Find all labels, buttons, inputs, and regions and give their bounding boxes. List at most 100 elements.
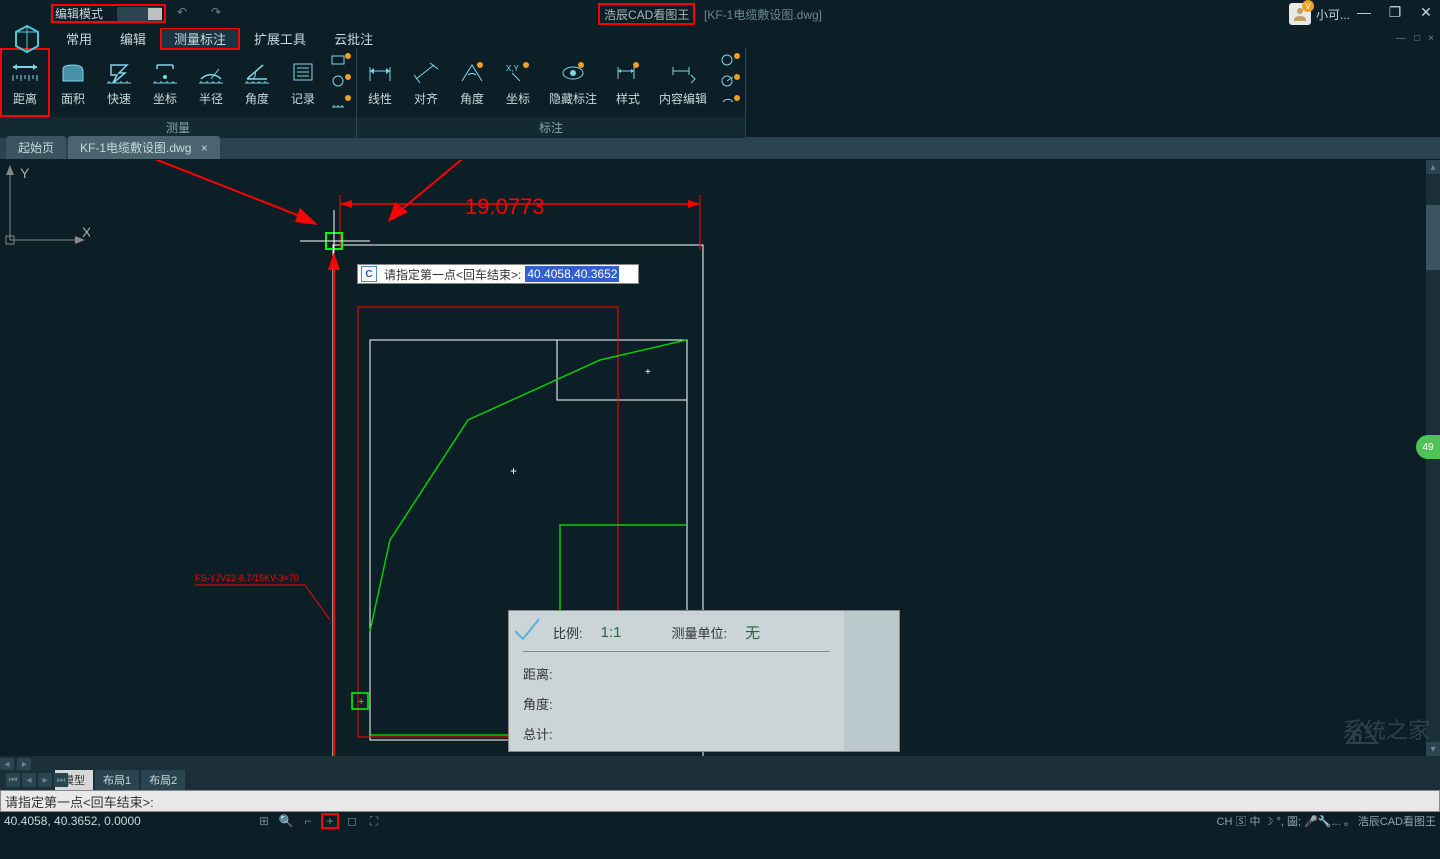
menu-cloud[interactable]: 云批注 [320, 27, 387, 50]
layout-first-icon[interactable]: ⏮ [6, 773, 20, 787]
layout-next-icon[interactable]: ▸ [38, 773, 52, 787]
svg-text:X: X [82, 224, 90, 240]
atool1-icon[interactable] [719, 52, 741, 71]
linear-button[interactable]: 线性 [357, 48, 403, 117]
document-title: [KF-1电缆敷设图.dwg] [704, 6, 822, 23]
record-label: 记录 [291, 90, 315, 107]
app-logo-icon[interactable] [12, 24, 42, 54]
menu-edit[interactable]: 编辑 [106, 27, 160, 50]
layout-prev-icon[interactable]: ◂ [22, 773, 36, 787]
angle-result-label: 角度: [523, 694, 553, 713]
minimize-icon[interactable]: — [1356, 5, 1372, 19]
area-icon [58, 59, 88, 87]
layout-last-icon[interactable]: ⏭ [54, 773, 68, 787]
doc-close-icon[interactable]: × [1428, 33, 1434, 44]
tool3-icon[interactable] [330, 94, 352, 113]
distance-icon [10, 59, 40, 87]
tab-close-icon[interactable]: × [201, 141, 208, 155]
coord2-icon: X,Y [503, 59, 533, 87]
ratio-label: 比例: [553, 623, 583, 642]
scroll-thumb-v[interactable] [1426, 205, 1440, 270]
layout-tab-2[interactable]: 布局2 [141, 770, 185, 790]
area-button[interactable]: 面积 [50, 48, 96, 117]
svg-text:+: + [358, 696, 364, 708]
menu-tools[interactable]: 扩展工具 [240, 27, 320, 50]
user-area[interactable]: V 小可... [1289, 3, 1350, 25]
tab-next-icon[interactable]: ▸ [17, 758, 31, 771]
mode-label: 编辑模式 [53, 5, 103, 22]
atool2-icon[interactable] [719, 73, 741, 92]
ortho-icon[interactable]: ⌐ [299, 813, 317, 829]
doc-minimize-icon[interactable]: — [1396, 33, 1406, 44]
notification-badge[interactable]: 49 [1416, 435, 1440, 459]
coord2-button[interactable]: X,Y 坐标 [495, 48, 541, 117]
tab-prev-icon[interactable]: ◂ [0, 758, 14, 771]
drawing-canvas[interactable]: 19.0773 + + + FS-YJV22-8.7/15KV-3×70 C 请… [0, 160, 1440, 770]
atool3-icon[interactable] [719, 94, 741, 113]
angle-button[interactable]: 角度 [234, 48, 280, 117]
radius-button[interactable]: 半径 [188, 48, 234, 117]
tab-document[interactable]: KF-1电缆敷设图.dwg × [68, 136, 220, 159]
watermark: 系统之家 [1342, 713, 1430, 745]
quick-button[interactable]: 快速 [96, 48, 142, 117]
distance-label: 距离: [523, 664, 553, 683]
undo-icon[interactable]: ↶ [175, 5, 189, 19]
edit-button[interactable]: 内容编辑 [651, 48, 715, 117]
ime-status[interactable]: CH 🅂 中 ☽ °, 圖; 🎤🔧... 。 浩辰CAD看图王 [1217, 813, 1437, 829]
linear-icon [365, 59, 395, 87]
align-icon [411, 59, 441, 87]
distance-label: 距离 [13, 90, 37, 107]
input-prompt: 请指定第一点<回车结束>: [380, 266, 525, 283]
zoom-icon[interactable]: 🔍 [277, 813, 295, 829]
quick-label: 快速 [107, 90, 131, 107]
command-text: 请指定第一点<回车结束>: [5, 792, 154, 811]
angle2-button[interactable]: 角度 [449, 48, 495, 117]
statusbar: 40.4058, 40.3652, 0.0000 ⊞ 🔍 ⌐ + ◻ ⛶ CH … [0, 812, 1440, 830]
snap-icon[interactable]: + [321, 813, 339, 829]
style-button[interactable]: 样式 [605, 48, 651, 117]
app-title: 浩辰CAD看图王 [598, 3, 695, 25]
distance-button[interactable]: 距离 [0, 48, 50, 117]
mode-switch[interactable]: 编辑模式 [51, 4, 166, 23]
measure-panel: 比例: 1:1 测量单位: 无 距离: 角度: 总计: [508, 610, 900, 752]
align-button[interactable]: 对齐 [403, 48, 449, 117]
doc-maximize-icon[interactable]: □ [1414, 33, 1420, 44]
tool1-icon[interactable] [330, 52, 352, 71]
align-label: 对齐 [414, 90, 438, 107]
mode-toggle[interactable] [117, 7, 162, 21]
close-icon[interactable]: ✕ [1418, 5, 1434, 19]
titlebar: 编辑模式 ↶ ↷ 浩辰CAD看图王 [KF-1电缆敷设图.dwg] V 小可..… [0, 0, 1440, 28]
coord-label: 坐标 [153, 90, 177, 107]
check-icon [509, 611, 545, 647]
svg-text:+: + [645, 367, 651, 378]
layout-tab-1[interactable]: 布局1 [95, 770, 139, 790]
tool2-icon[interactable] [330, 73, 352, 92]
tab-start[interactable]: 起始页 [6, 136, 66, 159]
coord-icon [150, 59, 180, 87]
vertical-scrollbar[interactable]: ▴ ▾ [1426, 160, 1440, 770]
horizontal-scrollbar[interactable]: ◂ ▸ [0, 756, 1440, 770]
hide-button[interactable]: 隐藏标注 [541, 48, 605, 117]
grid-icon[interactable]: ⊞ [255, 813, 273, 829]
menu-measure[interactable]: 测量标注 [160, 27, 240, 50]
redo-icon[interactable]: ↷ [209, 5, 223, 19]
edit-icon [668, 59, 698, 87]
coord-input-box[interactable]: C 请指定第一点<回车结束>: 40.4058,40.3652 [357, 264, 639, 284]
svg-text:Y: Y [20, 165, 30, 181]
command-bar[interactable]: 请指定第一点<回车结束>: [0, 790, 1440, 812]
record-icon [288, 59, 318, 87]
scroll-up-icon[interactable]: ▴ [1426, 160, 1440, 174]
record-button[interactable]: 记录 [280, 48, 326, 117]
style-label: 样式 [616, 90, 640, 107]
object-snap-icon[interactable]: ◻ [343, 813, 361, 829]
menu-common[interactable]: 常用 [52, 27, 106, 50]
input-value[interactable]: 40.4058,40.3652 [525, 266, 619, 282]
maximize-icon[interactable]: ❐ [1387, 5, 1403, 19]
extent-icon[interactable]: ⛶ [365, 813, 383, 829]
avatar[interactable]: V [1289, 3, 1311, 25]
angle2-label: 角度 [460, 90, 484, 107]
confirm-button[interactable] [844, 611, 899, 751]
measure-small-tools [326, 48, 356, 117]
linear-label: 线性 [368, 90, 392, 107]
coord-button[interactable]: 坐标 [142, 48, 188, 117]
